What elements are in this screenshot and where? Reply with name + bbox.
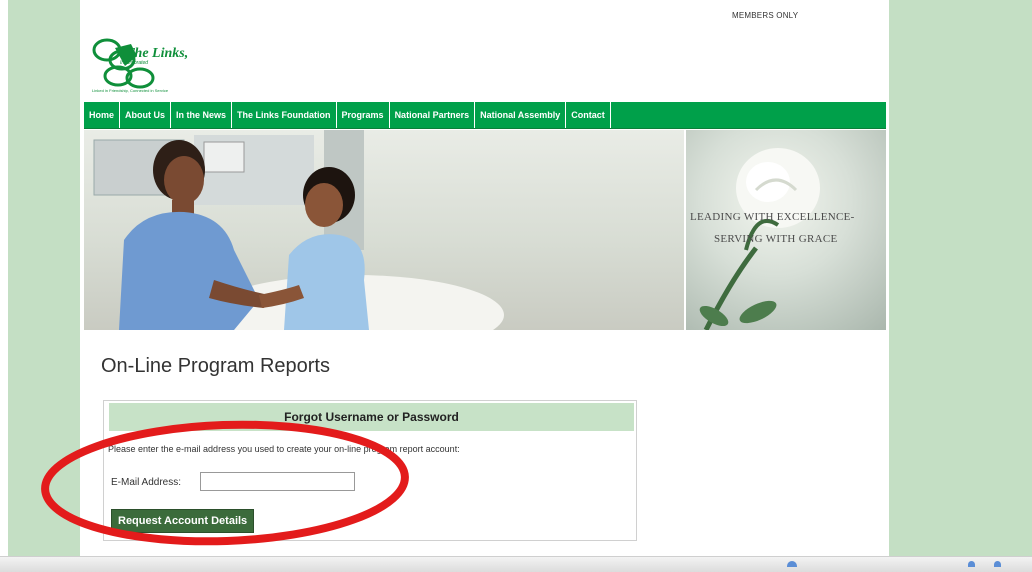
forgot-password-form: Forgot Username or Password Please enter… xyxy=(103,400,637,541)
nav-about-us[interactable]: About Us xyxy=(120,102,172,128)
main-navigation: Home About Us In the News The Links Foun… xyxy=(84,102,886,129)
logo-subtitle: Incorporated xyxy=(120,60,149,66)
status-icon xyxy=(968,561,975,567)
nav-programs[interactable]: Programs xyxy=(337,102,390,128)
nav-home[interactable]: Home xyxy=(84,102,121,128)
members-only-link[interactable]: MEMBERS ONLY xyxy=(732,11,798,20)
nurse-and-child-illustration xyxy=(93,130,504,330)
status-icon xyxy=(787,561,797,567)
hero-photo xyxy=(84,130,684,330)
nav-national-partners[interactable]: National Partners xyxy=(390,102,476,128)
nav-contact[interactable]: Contact xyxy=(566,102,611,128)
browser-status-bar xyxy=(0,556,1032,572)
request-account-details-button[interactable]: Request Account Details xyxy=(111,509,255,533)
page-title: On-Line Program Reports xyxy=(101,355,330,377)
banner-slogan-line1: LEADING WITH EXCELLENCE- xyxy=(690,211,855,223)
form-instructions: Please enter the e-mail address you used… xyxy=(108,444,460,454)
right-background-panel xyxy=(889,0,1032,556)
status-icon xyxy=(994,561,1001,567)
nav-national-assembly[interactable]: National Assembly xyxy=(475,102,567,128)
rose-banner xyxy=(686,130,886,330)
nav-links-foundation[interactable]: The Links Foundation xyxy=(232,102,337,128)
email-label: E-Mail Address: xyxy=(111,477,182,488)
left-background-panel xyxy=(8,0,80,556)
white-rose-illustration xyxy=(699,148,820,330)
logo-tagline: Linked in Friendship, Connected in Servi… xyxy=(92,88,169,93)
form-heading: Forgot Username or Password xyxy=(109,403,634,431)
banner-slogan-line2: SERVING WITH GRACE xyxy=(714,233,838,245)
email-field[interactable] xyxy=(200,472,355,491)
nav-in-the-news[interactable]: In the News xyxy=(171,102,233,128)
